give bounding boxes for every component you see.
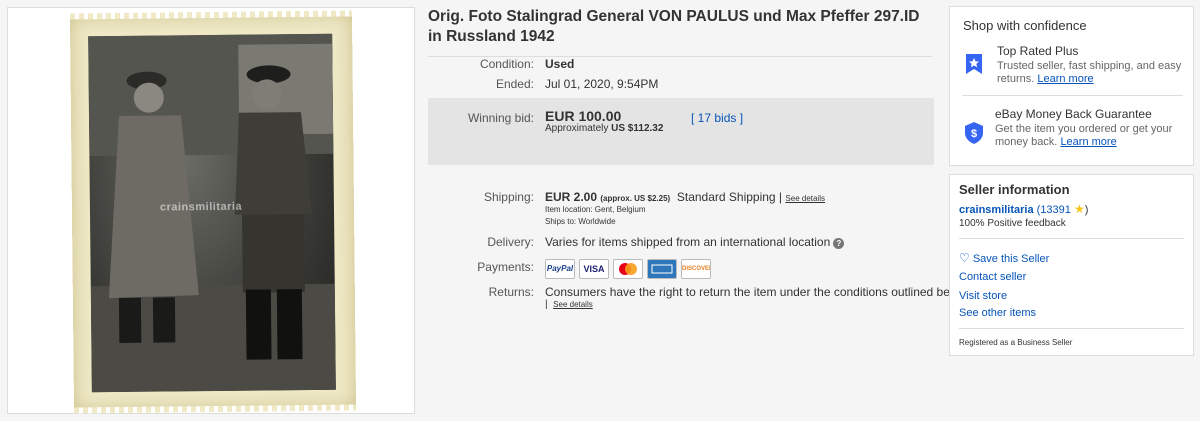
svg-text:$: $ [971, 128, 977, 140]
winning-bid-value: EUR 100.00 [545, 108, 622, 124]
returns-details-link[interactable]: See details [553, 300, 593, 309]
returns-link-wrap: | See details [545, 299, 593, 310]
top-rated-learn-more[interactable]: Learn more [1037, 73, 1093, 85]
help-icon[interactable]: ? [833, 238, 845, 249]
seller-heading: Seller information [959, 182, 1070, 197]
shipping-label: Shipping: [483, 190, 534, 204]
amex-logo-icon [647, 259, 677, 279]
money-back-feature: $ eBay Money Back Guarantee Get the item… [962, 105, 1187, 157]
contact-seller-link[interactable]: Contact seller [959, 271, 1026, 283]
seller-divider-2 [959, 328, 1184, 329]
item-details: Orig. Foto Stalingrad General VON PAULUS… [428, 7, 968, 310]
visa-logo-icon: VISA [579, 259, 609, 279]
seller-information-card: Seller information crainsmilitaria (1339… [949, 174, 1194, 356]
star-icon: ★ [1073, 202, 1085, 216]
returns-value: Consumers have the right to return the i… [545, 285, 968, 299]
bids-link[interactable]: [ 17 bids ] [691, 111, 743, 125]
discover-logo-icon: DISCOVER [681, 259, 711, 279]
top-rated-plus-feature: Top Rated Plus Trusted seller, fast ship… [962, 42, 1187, 92]
shipping-approx: (approx. US $2.25) [600, 194, 671, 203]
ended-value: Jul 01, 2020, 9:54PM [545, 77, 659, 91]
save-seller-text: Save this Seller [972, 253, 1050, 265]
guarantee-desc: Get the item you ordered or get your mon… [995, 123, 1185, 149]
guarantee-learn-more[interactable]: Learn more [1060, 136, 1116, 148]
item-location: Item location: Gent, Belgium [545, 205, 646, 214]
delivery-text: Varies for items shipped from an interna… [545, 235, 831, 249]
mastercard-circles [619, 263, 637, 275]
delivery-label: Delivery: [487, 235, 534, 249]
seller-name-link[interactable]: crainsmilitaria [959, 204, 1034, 216]
item-photo[interactable]: crainsmilitaria [69, 13, 357, 411]
shop-with-confidence-card: Shop with confidence Top Rated Plus Trus… [949, 6, 1194, 166]
payments-row: Payments: PayPal VISA DISCOVER [428, 259, 934, 281]
approx-prefix: Approximately [545, 123, 609, 134]
seller-divider [959, 238, 1184, 239]
item-title: Orig. Foto Stalingrad General VON PAULUS… [428, 8, 920, 45]
see-other-items-link[interactable]: See other items [959, 307, 1036, 319]
winning-bid-label: Winning bid: [467, 111, 534, 125]
shipping-details-link[interactable]: See details [785, 194, 825, 203]
top-rated-title: Top Rated Plus [997, 44, 1079, 58]
approx-price: Approximately US $112.32 [545, 123, 663, 134]
feedback-score-link[interactable]: (13391 [1037, 204, 1071, 216]
ended-label: Ended: [495, 77, 534, 91]
delivery-value: Varies for items shipped from an interna… [545, 235, 845, 249]
winning-bid-box: Winning bid: EUR 100.00 Approximately US… [428, 98, 934, 165]
confidence-divider [962, 95, 1183, 96]
seller-name-row: crainsmilitaria (13391 ★) [959, 202, 1088, 216]
mastercard-logo-icon [613, 259, 643, 279]
feedback-close: ) [1084, 204, 1089, 216]
guarantee-title: eBay Money Back Guarantee [995, 107, 1152, 121]
top-rated-badge-icon [966, 54, 982, 74]
business-seller-note: Registered as a Business Seller [959, 338, 1073, 347]
photo-watermark: crainsmilitaria [159, 200, 243, 214]
confidence-heading: Shop with confidence [963, 18, 1087, 33]
amex-mark [651, 264, 673, 274]
save-seller-link[interactable]: ♡ Save this Seller [959, 251, 1049, 265]
shipping-value: EUR 2.00 (approx. US $2.25) Standard Shi… [545, 190, 825, 204]
returns-label: Returns: [488, 285, 534, 299]
paypal-logo-icon: PayPal [545, 259, 575, 279]
item-image-panel[interactable]: crainsmilitaria [7, 7, 415, 414]
payments-label: Payments: [477, 260, 534, 274]
condition-label: Condition: [479, 57, 534, 71]
visit-store-link[interactable]: Visit store [959, 290, 1007, 302]
shipping-method: Standard Shipping | [676, 190, 783, 204]
money-back-shield-icon: $ [965, 122, 983, 144]
condition-value: Used [545, 57, 575, 71]
heart-icon: ♡ [959, 251, 970, 265]
top-rated-desc: Trusted seller, fast shipping, and easy … [997, 60, 1187, 86]
shipping-cost: EUR 2.00 [545, 190, 598, 204]
approx-value: US $112.32 [611, 123, 664, 134]
positive-feedback: 100% Positive feedback [959, 218, 1066, 229]
ships-to: Ships to: Worldwide [545, 217, 616, 226]
